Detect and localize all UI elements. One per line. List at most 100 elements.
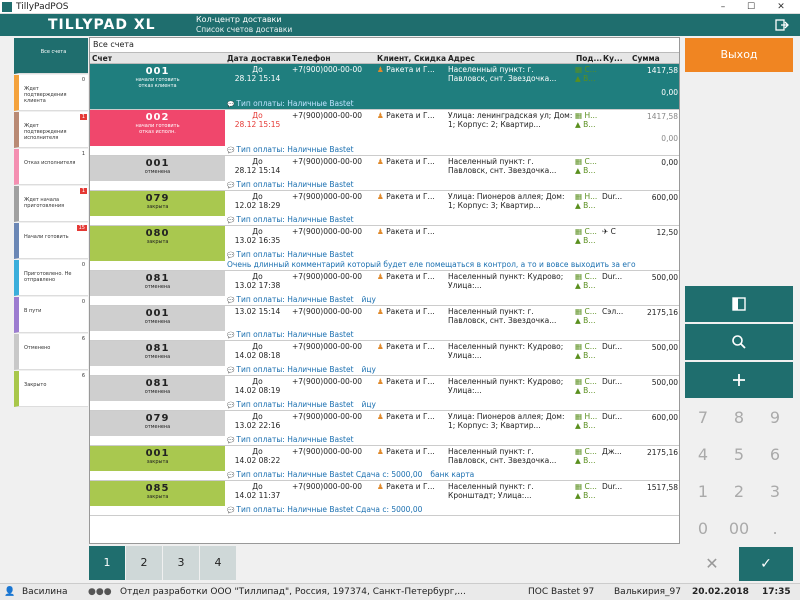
exit-icon[interactable]: [775, 18, 789, 32]
table-row[interactable]: 080 закрыта До 13.02 16:35 +7(900)000-00-00 ♟…: [90, 226, 679, 271]
column-header[interactable]: Сумма: [632, 54, 660, 63]
sidebar-item-0[interactable]: Все счета: [14, 38, 88, 74]
date-value: 14.02 08:18: [234, 351, 281, 360]
status-bar: 👤 Василина ●●● Отдел разработки ООО "Тил…: [0, 583, 800, 600]
table-row[interactable]: 001 отменена До 28.12 15:14 +7(900)000-00-00…: [90, 156, 679, 191]
key-7[interactable]: 7: [685, 399, 721, 436]
key-00[interactable]: 00: [721, 510, 757, 547]
unit-cell: ▦ С... ▲ В...: [575, 447, 597, 465]
status-time: 17:35: [762, 587, 791, 597]
client-name: Ракета и Г...: [386, 227, 435, 236]
sum-cell: 600,00: [651, 193, 678, 202]
table-row[interactable]: 081 отменена До 14.02 08:19 +7(900)000-00-00…: [90, 376, 679, 411]
column-header[interactable]: Дата доставки: [227, 54, 291, 63]
sum-cell: 12,50: [656, 228, 678, 237]
page-button-1[interactable]: 1: [89, 546, 125, 580]
client-cell: ♟ Ракета и Г...: [375, 226, 445, 236]
column-header[interactable]: Под...: [576, 54, 602, 63]
sidebar-item-1[interactable]: Ждет подтверждения клиента 0: [14, 75, 88, 111]
account-number: 085: [145, 483, 170, 494]
sidebar-item-5[interactable]: Начали готовить 15: [14, 223, 88, 259]
columns-button[interactable]: [685, 286, 793, 322]
window-titlebar: TillyPadPOS – ☐ ✕: [0, 0, 800, 14]
exit-button[interactable]: Выход: [685, 38, 793, 72]
key-3[interactable]: 3: [757, 473, 793, 510]
address-cell: Населенный пункт: Кудрово; Улица:...: [448, 272, 564, 290]
table-row[interactable]: 001 отменена 13.02 15:14 +7(900)000-00-00 ♟ …: [90, 306, 679, 341]
sidebar-item-2[interactable]: Ждет подтверждения исполнителя 1: [14, 112, 88, 148]
sidebar-item-count: 0: [81, 77, 85, 83]
sum-cell: 1417,58 0,00: [646, 112, 678, 143]
key-0[interactable]: 0: [685, 510, 721, 547]
key-8[interactable]: 8: [721, 399, 757, 436]
status-pos: ПОС Bastet 97: [528, 587, 595, 597]
column-header[interactable]: Ку...: [603, 54, 623, 63]
sidebar-item-label: Отказ исполнителя: [24, 160, 76, 166]
column-header[interactable]: Клиент, Скидка: [377, 54, 446, 63]
close-window-button[interactable]: ✕: [770, 0, 792, 14]
sidebar-item-3[interactable]: Отказ исполнителя 1: [14, 149, 88, 185]
table-row[interactable]: 079 отменена До 13.02 22:16 +7(900)000-00-00…: [90, 411, 679, 446]
sidebar-item-9[interactable]: Закрыто 6: [14, 371, 88, 407]
page-button-4[interactable]: 4: [200, 546, 236, 580]
minimize-button[interactable]: –: [712, 0, 734, 14]
account-cell: 081 отменена: [90, 376, 225, 401]
account-cell: 081 отменена: [90, 271, 225, 296]
key-9[interactable]: 9: [757, 399, 793, 436]
table-row[interactable]: 081 отменена До 14.02 08:18 +7(900)000-00-00…: [90, 341, 679, 376]
header-subtitle: Список счетов доставки: [196, 25, 293, 34]
key-6[interactable]: 6: [757, 436, 793, 473]
key-2[interactable]: 2: [721, 473, 757, 510]
connection-icons: ●●●: [88, 587, 112, 597]
sidebar-item-6[interactable]: Приготовлено. Не отправлено 0: [14, 260, 88, 296]
account-cell: 079 отменена: [90, 411, 225, 436]
cancel-button[interactable]: ✕: [685, 547, 739, 581]
sidebar-item-7[interactable]: В пути 0: [14, 297, 88, 333]
maximize-button[interactable]: ☐: [740, 0, 762, 14]
column-header[interactable]: Телефон: [292, 54, 331, 63]
page-button-2[interactable]: 2: [126, 546, 162, 580]
address-cell: Населенный пункт: Кудрово; Улица:...: [448, 377, 564, 395]
account-cell: 079 закрыта: [90, 191, 225, 216]
date-prefix: До: [252, 227, 263, 236]
table-row[interactable]: 085 закрыта До 14.02 11:37 +7(900)000-00-00 ♟…: [90, 481, 679, 516]
key-5[interactable]: 5: [721, 436, 757, 473]
table-row[interactable]: 002 начали готовить отказ исполн. До 28.12 …: [90, 110, 679, 156]
person-icon: ♟: [377, 111, 387, 120]
account-number: 002: [145, 112, 170, 123]
sum-cell: 500,00: [651, 273, 678, 282]
address-cell: Населенный пункт: г. Павловск, снт. Звез…: [448, 65, 557, 83]
courier-cell: Дж...: [602, 447, 622, 456]
column-header[interactable]: Адрес: [448, 54, 475, 63]
column-header[interactable]: Счет: [92, 54, 112, 63]
account-status: закрыта: [146, 239, 169, 245]
person-icon: ♟: [377, 272, 387, 281]
delivery-date: До 14.02 08:18: [226, 341, 289, 360]
date-value: 13.02 16:35: [234, 236, 281, 245]
date-prefix: До: [252, 377, 263, 386]
table-row[interactable]: 081 отменена До 13.02 17:38 +7(900)000-00-00…: [90, 271, 679, 306]
delivery-date: До 28.12 15:14: [226, 64, 289, 83]
account-status: закрыта: [146, 204, 169, 210]
confirm-button[interactable]: ✓: [739, 547, 793, 581]
search-button[interactable]: [685, 324, 793, 360]
sidebar-item-8[interactable]: Отменено 6: [14, 334, 88, 370]
courier-cell: Dur...: [602, 272, 623, 281]
sidebar-item-4[interactable]: Ждет начала приготовления 1: [14, 186, 88, 222]
key-4[interactable]: 4: [685, 436, 721, 473]
table-row[interactable]: 001 начали готовить отказ клиента До 28.12 …: [90, 64, 679, 110]
table-row[interactable]: 001 закрыта До 14.02 08:22 +7(900)000-00-00 ♟…: [90, 446, 679, 481]
account-cell: 001 начали готовить отказ клиента: [90, 64, 225, 100]
key-1[interactable]: 1: [685, 473, 721, 510]
courier-cell: Dur...: [602, 342, 623, 351]
delivery-date: До 12.02 18:29: [226, 191, 289, 210]
client-name: Ракета и Г...: [386, 342, 435, 351]
page-button-3[interactable]: 3: [163, 546, 199, 580]
sidebar-item-label: Ждет подтверждения клиента: [24, 86, 67, 104]
add-button[interactable]: [685, 362, 793, 398]
grid-title: Все счета: [93, 40, 134, 49]
account-cell: 001 закрыта: [90, 446, 225, 471]
table-row[interactable]: 079 закрыта До 12.02 18:29 +7(900)000-00-00 ♟…: [90, 191, 679, 226]
extra-comment: йцу: [361, 400, 376, 409]
key-dot[interactable]: .: [757, 510, 793, 547]
